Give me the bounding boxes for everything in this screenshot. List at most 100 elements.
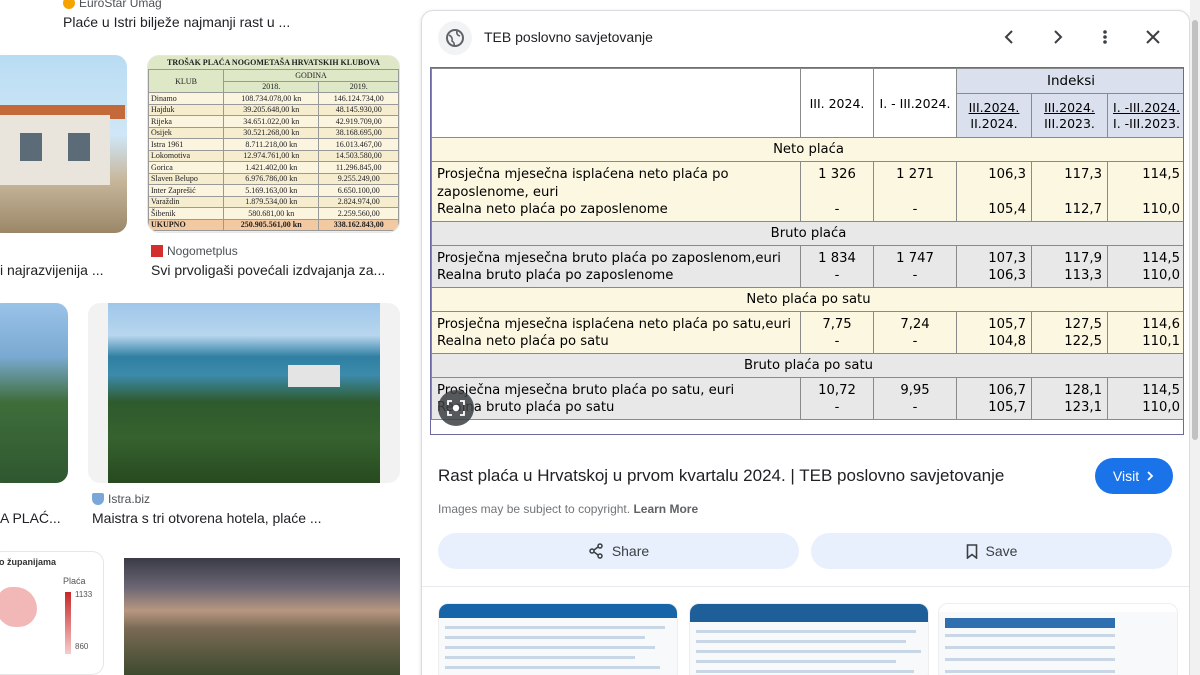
row-values-i3: 114,5 110,0 bbox=[1107, 161, 1183, 222]
header-blank bbox=[431, 68, 801, 138]
row-value: - bbox=[834, 400, 840, 415]
coast-trees-thumbnail[interactable] bbox=[0, 303, 68, 483]
lens-icon bbox=[447, 400, 465, 416]
header-col2: I. - III.2024. bbox=[873, 68, 957, 138]
row-value: 128,1 bbox=[1064, 382, 1102, 398]
next-button[interactable] bbox=[1044, 24, 1070, 50]
cost-value: 146.124.734,00 bbox=[318, 92, 399, 105]
row-value: 106,3 bbox=[988, 167, 1026, 182]
site-name[interactable]: TEB poslovno savjetovanje bbox=[484, 29, 653, 45]
croatia-map-shape bbox=[0, 587, 37, 627]
thumb-line bbox=[696, 670, 914, 673]
window-shape bbox=[20, 133, 42, 161]
cost-value: 14.503.580,00 bbox=[318, 149, 399, 162]
result-title[interactable]: Maistra s tri otvorena hotela, plaće ... bbox=[92, 510, 392, 526]
result-source[interactable]: Nogometplus bbox=[151, 244, 238, 258]
header-index2: III.2024. III.2023. bbox=[1031, 93, 1108, 138]
index2-top: III.2024. bbox=[1044, 99, 1095, 115]
scrollbar-thumb[interactable] bbox=[1192, 20, 1198, 440]
image-search-page: EuroStar Umag Plaće u Istri bilježe najm… bbox=[0, 0, 1200, 675]
row-value: 117,9 bbox=[1064, 250, 1102, 266]
cost-table-row: Gorica 1.421.402,00 kn 11.296.845,00 bbox=[148, 161, 399, 174]
result-title[interactable]: i najrazvijenija ... bbox=[0, 262, 110, 278]
cost-col-year: 2019. bbox=[318, 80, 399, 93]
cost-table-row: Varaždin 1.879.534,00 kn 2.824.974,00 bbox=[148, 195, 399, 208]
more-options-button[interactable] bbox=[1092, 24, 1118, 50]
panel-header: TEB poslovno savjetovanje bbox=[422, 11, 1189, 63]
thumb-line bbox=[945, 658, 1115, 661]
visit-button[interactable]: Visit bbox=[1095, 458, 1173, 494]
data-row: Prosječna mjesečna isplaćena neto plaća … bbox=[431, 161, 1183, 222]
row-values-v1: 1 834 - bbox=[800, 244, 874, 288]
learn-more-link[interactable]: Learn More bbox=[633, 502, 698, 516]
save-button[interactable]: Save bbox=[811, 533, 1172, 569]
related-image-thumbnail[interactable] bbox=[689, 603, 929, 675]
visual-search-button[interactable] bbox=[438, 390, 474, 426]
thumb-line bbox=[445, 646, 655, 649]
result-title[interactable]: A PLAĆ... bbox=[0, 510, 70, 526]
data-row: Prosječna mjesečna isplaćena neto plaća … bbox=[431, 310, 1183, 354]
map-title: o županijama bbox=[0, 557, 57, 567]
row-value: 117,3 bbox=[1064, 167, 1102, 182]
town-sunset-thumbnail[interactable] bbox=[124, 558, 400, 675]
row-value: 106,7 bbox=[988, 382, 1026, 398]
cost-club-name: Gorica bbox=[148, 161, 225, 174]
result-page-title[interactable]: Rast plaća u Hrvatskoj u prvom kvartalu … bbox=[438, 466, 1004, 486]
map-legend-min: 860 bbox=[75, 642, 89, 651]
result-source[interactable]: Istra.biz bbox=[92, 492, 150, 506]
row-values-i2: 117,3 112,7 bbox=[1031, 161, 1108, 222]
cost-club-name: Varaždin bbox=[148, 195, 225, 208]
close-button[interactable] bbox=[1140, 24, 1166, 50]
row-values-i2: 128,1 123,1 bbox=[1031, 376, 1108, 420]
divider bbox=[422, 586, 1189, 587]
club-wages-table-thumbnail[interactable]: TROŠAK PLAĆA NOGOMETAŠA HRVATSKIH KLUBOV… bbox=[147, 55, 400, 233]
index3-top: I. -III.2024. bbox=[1113, 99, 1180, 115]
previous-button[interactable] bbox=[997, 24, 1023, 50]
row-value: 106,3 bbox=[988, 268, 1026, 283]
result-source[interactable]: EuroStar Umag bbox=[63, 0, 162, 10]
row-label: Prosječna mjesečna isplaćena neto plaća … bbox=[437, 167, 729, 200]
construction-house-thumbnail[interactable] bbox=[0, 55, 127, 233]
cost-table-title: TROŠAK PLAĆA NOGOMETAŠA HRVATSKIH KLUBOV… bbox=[148, 56, 399, 69]
cost-value: 16.013.467,00 bbox=[318, 138, 399, 151]
cost-club-name: Dinamo bbox=[148, 92, 225, 105]
row-value: 123,1 bbox=[1064, 400, 1102, 415]
cost-club-name: Hajduk bbox=[148, 103, 225, 116]
row-value: 10,72 bbox=[818, 382, 856, 398]
thumb-line bbox=[445, 656, 635, 659]
cost-value: 42.919.709,00 bbox=[318, 115, 399, 128]
thumb-header-band bbox=[439, 604, 677, 618]
cost-value: 2.259.560,00 bbox=[318, 207, 399, 220]
row-values-i2: 127,5 122,5 bbox=[1031, 310, 1108, 354]
row-value: - bbox=[834, 202, 840, 217]
thumb-line bbox=[945, 634, 1115, 637]
county-map-thumbnail[interactable]: o županijama Plaća 1133 860 bbox=[0, 551, 104, 675]
preview-image[interactable]: III. 2024. I. - III.2024. Indeksi III.20… bbox=[430, 67, 1184, 435]
row-value: 114,5 bbox=[1142, 167, 1180, 182]
wall-shape bbox=[0, 115, 110, 185]
copyright-notice: Images may be subject to copyright. Lear… bbox=[438, 502, 698, 516]
row-values-i1: 106,7 105,7 bbox=[956, 376, 1032, 420]
cost-club-name: Osijek bbox=[148, 126, 225, 139]
share-label: Share bbox=[611, 543, 650, 559]
row-labels: Prosječna mjesečna bruto plaća po satu, … bbox=[431, 376, 801, 420]
row-value: - bbox=[912, 202, 918, 217]
result-title[interactable]: Svi prvoligaši povećali izdvajanja za... bbox=[151, 262, 400, 278]
row-value: 112,7 bbox=[1064, 202, 1102, 217]
more-vertical-icon bbox=[1103, 30, 1107, 44]
thumb-header-band bbox=[690, 604, 928, 622]
cost-table-row: Hajduk 39.205.648,00 kn 48.145.930,00 bbox=[148, 103, 399, 116]
row-value: 122,5 bbox=[1064, 334, 1102, 349]
hotel-coast-thumbnail[interactable] bbox=[88, 303, 400, 483]
nogometplus-favicon-icon bbox=[151, 245, 163, 257]
cost-club-name: Šibenik bbox=[148, 207, 225, 220]
share-button[interactable]: Share bbox=[438, 533, 799, 569]
result-title[interactable]: Plaće u Istri bilježe najmanji rast u ..… bbox=[63, 14, 393, 30]
page-scrollbar[interactable] bbox=[1190, 0, 1200, 675]
related-image-thumbnail[interactable] bbox=[938, 603, 1178, 675]
related-image-thumbnail[interactable] bbox=[438, 603, 678, 675]
row-labels: Prosječna mjesečna isplaćena neto plaća … bbox=[431, 310, 801, 354]
image-preview-panel: TEB poslovno savjetovanje III. 2024. I. … bbox=[421, 10, 1190, 675]
row-values-v1: 1 326 - bbox=[800, 161, 874, 222]
cost-table-row: Dinamo 108.734.078,00 kn 146.124.734,00 bbox=[148, 92, 399, 105]
